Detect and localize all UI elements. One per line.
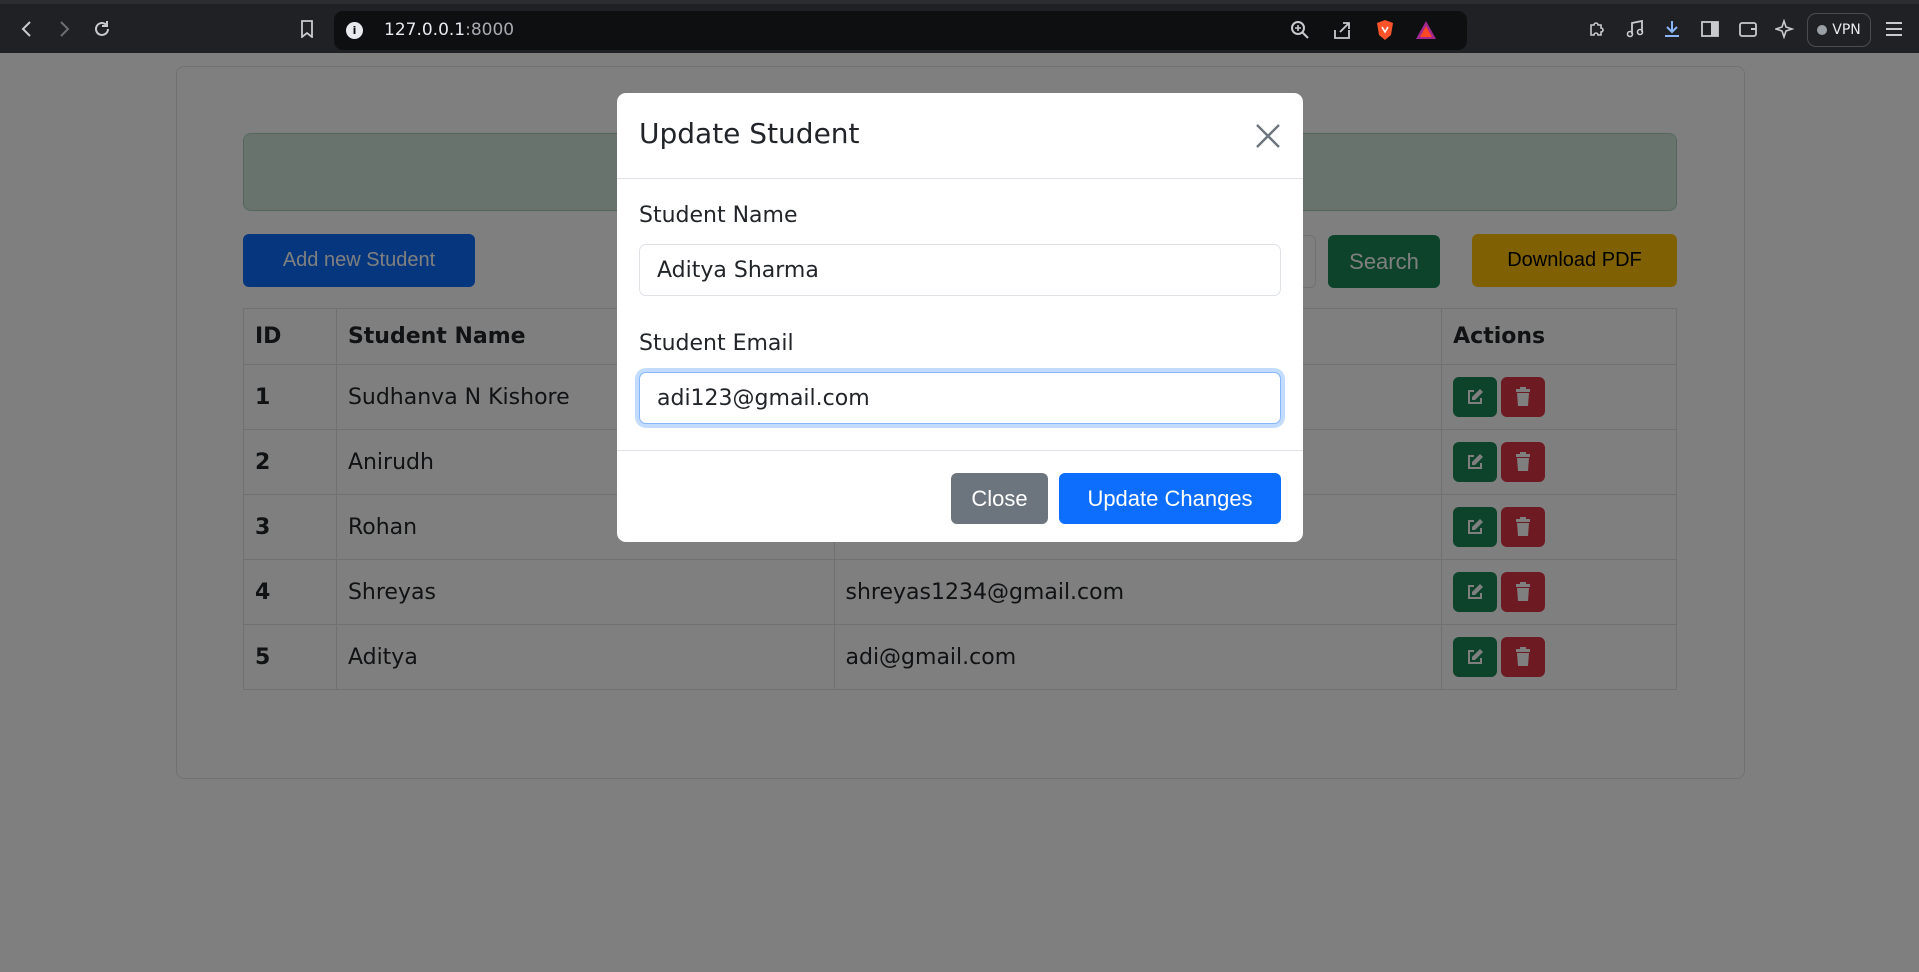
modal-title: Update Student (639, 117, 860, 150)
vpn-button[interactable]: VPN (1807, 13, 1871, 47)
student-email-label: Student Email (639, 331, 794, 356)
extensions-icon[interactable] (1586, 18, 1608, 40)
modal-header: Update Student (617, 93, 1303, 179)
share-icon[interactable] (1331, 19, 1353, 41)
menu-icon[interactable] (1883, 18, 1905, 40)
vpn-status-icon (1817, 25, 1828, 35)
modal-footer: Close Update Changes (617, 451, 1303, 541)
download-icon[interactable] (1661, 18, 1683, 40)
student-email-input[interactable]: adi123@gmail.com (639, 372, 1281, 424)
reload-icon[interactable] (91, 18, 113, 40)
sidebar-icon[interactable] (1699, 18, 1721, 40)
update-changes-button[interactable]: Update Changes (1059, 473, 1281, 524)
forward-icon[interactable] (53, 18, 75, 40)
student-name-input[interactable]: Aditya Sharma (639, 244, 1281, 296)
site-info-icon[interactable]: i (346, 22, 363, 39)
browser-toolbar: i 127.0.0.1:8000 VPN (0, 0, 1919, 53)
brave-shield-icon[interactable] (1374, 19, 1396, 41)
brave-rewards-icon[interactable] (1415, 19, 1437, 41)
address-bar[interactable]: i 127.0.0.1:8000 (334, 11, 1467, 50)
wallet-icon[interactable] (1737, 18, 1759, 40)
url-text: 127.0.0.1:8000 (384, 20, 515, 40)
close-icon[interactable] (1251, 119, 1285, 153)
update-student-modal: Update Student Student Name Aditya Sharm… (617, 93, 1303, 542)
back-icon[interactable] (16, 18, 38, 40)
modal-body: Student Name Aditya Sharma Student Email… (617, 179, 1303, 451)
music-icon[interactable] (1624, 18, 1646, 40)
zoom-icon[interactable] (1289, 19, 1311, 41)
close-button[interactable]: Close (951, 473, 1048, 524)
student-name-label: Student Name (639, 203, 798, 228)
bookmark-icon[interactable] (296, 18, 318, 40)
leo-ai-icon[interactable] (1774, 18, 1796, 40)
